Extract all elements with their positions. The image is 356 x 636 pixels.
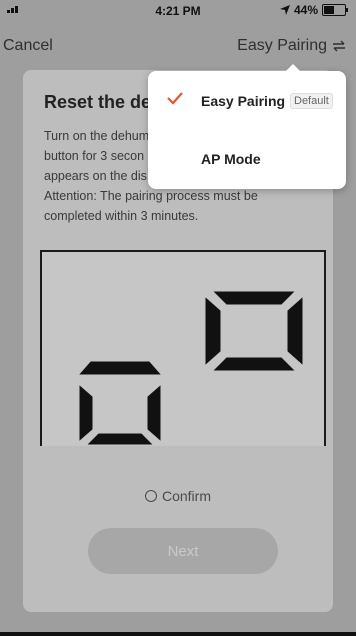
menu-item-easy-pairing[interactable]: Easy Pairing Default: [148, 73, 346, 129]
battery-icon: [322, 4, 348, 16]
nav-bar: Cancel Easy Pairing: [0, 30, 356, 64]
menu-item-label: AP Mode: [201, 151, 261, 167]
display-illustration: [40, 250, 326, 446]
pairing-mode-button[interactable]: Easy Pairing: [237, 37, 346, 55]
confirm-radio[interactable]: Confirm: [23, 488, 333, 504]
menu-item-label: Easy Pairing: [201, 93, 286, 109]
segment-display-icon: [72, 288, 306, 446]
page-title: Reset the dev: [44, 92, 162, 112]
pairing-mode-dropdown: Easy Pairing Default AP Mode: [148, 64, 346, 189]
cancel-button[interactable]: Cancel: [3, 37, 53, 55]
bottom-edge: [0, 632, 356, 636]
checkmark-icon: [167, 92, 183, 105]
status-bar: 4:21 PM 44%: [0, 0, 356, 20]
menu-item-ap-mode[interactable]: AP Mode: [148, 131, 346, 187]
pairing-mode-label: Easy Pairing: [237, 37, 327, 54]
radio-circle-icon: [144, 490, 157, 502]
default-badge: Default: [290, 93, 333, 109]
confirm-label: Confirm: [161, 488, 211, 504]
swap-arrows-icon: [333, 40, 345, 52]
next-button[interactable]: Next: [88, 528, 278, 574]
battery-percent: 44%: [293, 3, 318, 17]
location-arrow-icon: [279, 5, 290, 15]
